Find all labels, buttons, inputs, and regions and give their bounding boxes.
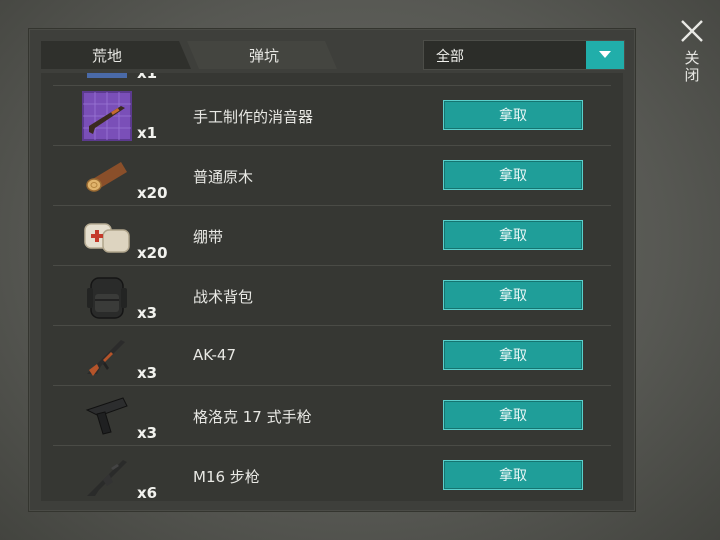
- close-label: 关闭: [682, 50, 701, 84]
- ak47-icon: [87, 340, 125, 376]
- list-item: x6 M16 步枪 拿取: [53, 445, 611, 501]
- take-button[interactable]: 拿取: [443, 340, 583, 370]
- close-button[interactable]: 关闭: [672, 18, 712, 98]
- take-button[interactable]: 拿取: [443, 160, 583, 190]
- item-quantity: x3: [137, 424, 158, 442]
- tab-wasteland[interactable]: 荒地: [41, 41, 191, 69]
- item-icon: [87, 73, 127, 78]
- category-filter-dropdown[interactable]: 全部: [423, 40, 625, 70]
- item-quantity: x1: [137, 73, 158, 82]
- item-name: 格洛克 17 式手枪: [193, 408, 312, 426]
- list-item: x20 绷带 拿取: [53, 205, 611, 266]
- m16-icon: [87, 460, 127, 496]
- list-item: x3 AK-47 拿取: [53, 325, 611, 386]
- item-list[interactable]: x1 x1 手工制作的消音器 拿取 x20 普通原木 拿取 x20 绷带 拿取 …: [41, 73, 623, 501]
- item-quantity: x3: [137, 304, 158, 322]
- list-item: x3 格洛克 17 式手枪 拿取: [53, 385, 611, 446]
- take-button[interactable]: 拿取: [443, 220, 583, 250]
- log-icon: [86, 162, 127, 192]
- take-button[interactable]: 拿取: [443, 280, 583, 310]
- item-name: 普通原木: [193, 168, 254, 186]
- list-item: x3 战术背包 拿取: [53, 265, 611, 326]
- backpack-icon: [87, 277, 127, 319]
- item-name: 绷带: [193, 228, 224, 246]
- pistol-icon: [85, 397, 128, 435]
- item-name: 战术背包: [193, 288, 254, 306]
- tab-crater[interactable]: 弹坑: [187, 41, 337, 69]
- chevron-down-icon: [599, 51, 611, 58]
- item-quantity: x3: [137, 364, 158, 382]
- take-button[interactable]: 拿取: [443, 400, 583, 430]
- tab-label: 荒地: [91, 46, 122, 65]
- item-quantity: x6: [137, 484, 158, 501]
- loot-panel: 荒地 弹坑 全部 x1 x1 手工制作的消音器 拿取 x20 普通原木 拿取 x…: [28, 28, 636, 512]
- blueprint-rifle-icon: [82, 91, 132, 141]
- list-item: x20 普通原木 拿取: [53, 145, 611, 206]
- close-icon: [681, 20, 703, 42]
- item-quantity: x20: [137, 184, 168, 202]
- dropdown-toggle[interactable]: [586, 41, 624, 69]
- filter-selected-value: 全部: [436, 49, 464, 65]
- item-name: 手工制作的消音器: [193, 108, 314, 126]
- list-item: x1 手工制作的消音器 拿取: [53, 85, 611, 146]
- tab-label: 弹坑: [248, 46, 279, 65]
- item-quantity: x20: [137, 244, 168, 262]
- take-button[interactable]: 拿取: [443, 460, 583, 490]
- item-name: AK-47: [193, 346, 237, 364]
- bandage-icon: [84, 223, 130, 253]
- item-quantity: x1: [137, 124, 158, 142]
- take-button[interactable]: 拿取: [443, 100, 583, 130]
- location-tabs: 荒地 弹坑: [41, 41, 431, 69]
- item-name: M16 步枪: [193, 468, 260, 486]
